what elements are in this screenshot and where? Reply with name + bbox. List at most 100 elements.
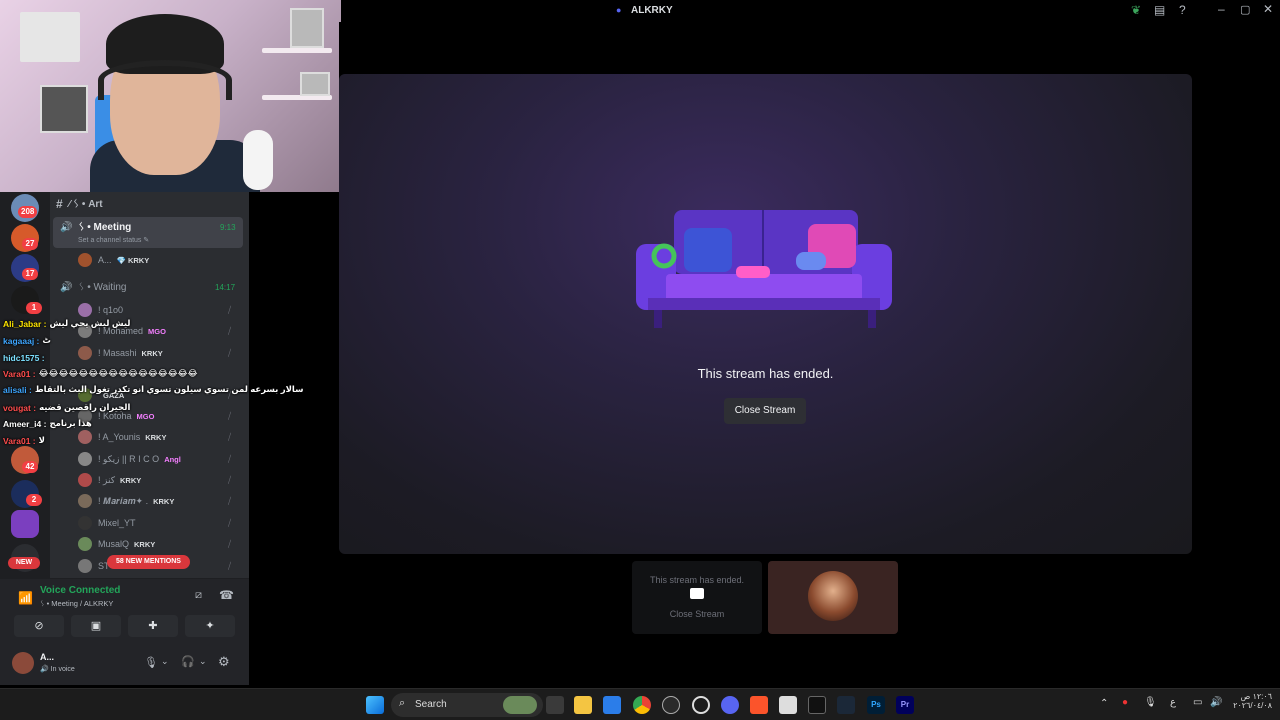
deafened-icon: ⧸	[228, 496, 232, 506]
user-name[interactable]: A...	[40, 652, 54, 662]
microphone-icon[interactable]: 🎙	[144, 656, 158, 669]
chat-text: سالار بسرعه لمن تسوي سيلون تسوي انو تكدر…	[34, 384, 304, 394]
member-tag: KRKY	[134, 539, 156, 549]
user-status: 🔊 In voice	[40, 666, 75, 673]
mention-badge: 17	[22, 268, 38, 280]
microphone-icon[interactable]: 🎙	[1144, 697, 1157, 708]
member-tag-text: KRKY	[127, 255, 150, 265]
wall-frame	[40, 85, 88, 133]
search-highlight-icon	[503, 696, 537, 714]
user-avatar[interactable]	[12, 652, 34, 674]
voice-panel: 📶 Voice Connected ᛊ • Meeting / ALKRKY ⧄…	[0, 578, 249, 642]
chrome-icon[interactable]	[633, 696, 651, 714]
voice-member[interactable]: Mixel_YT	[78, 514, 136, 532]
avatar	[78, 346, 92, 360]
windows-start-icon[interactable]	[366, 696, 384, 714]
app-icon[interactable]	[779, 696, 797, 714]
chat-username: Vara01 :	[3, 435, 36, 446]
voice-member[interactable]: ST	[78, 557, 110, 575]
chevron-down-icon[interactable]: ⌄	[199, 656, 207, 667]
meeting-timer: 9:13	[220, 223, 236, 232]
chat-text: 😂😂😂😂😂😂😂😂😂😂😂😂😂😂😂😂	[38, 368, 198, 378]
activities-button[interactable]: ✚	[128, 615, 178, 637]
new-mentions-pill[interactable]: 58 NEW MENTIONS	[107, 555, 190, 569]
obs-icon[interactable]	[692, 696, 710, 714]
voice-location[interactable]: ᛊ • Meeting / ALKRKY	[40, 599, 113, 608]
language-indicator[interactable]: ع	[1170, 697, 1176, 708]
channel-meeting-row[interactable]: 🔊 ᛊ • Meeting	[60, 218, 131, 236]
help-icon[interactable]: ?	[1179, 3, 1186, 17]
soundboard-button[interactable]: ✦	[185, 615, 235, 637]
leaf-icon[interactable]: ❦	[1131, 3, 1141, 17]
webcam-overlay	[0, 0, 341, 192]
photoshop-icon[interactable]: Ps	[867, 696, 885, 714]
channel-art[interactable]: # ⁄ ᛊ • Art	[56, 195, 103, 213]
minimize-icon[interactable]: –	[1218, 2, 1225, 16]
deafened-icon: ⧸	[228, 348, 232, 358]
screen-share-button[interactable]: ▣	[71, 615, 121, 637]
voice-member[interactable]: A... 💎 KRKY	[78, 251, 149, 269]
channel-status-text: Set a channel status	[78, 237, 142, 244]
chat-message: Ameer_i4 : هذا برنامج	[3, 416, 92, 431]
noise-suppression-icon[interactable]: ⧄	[195, 589, 202, 602]
search-label: Search	[415, 699, 447, 710]
task-view-icon[interactable]	[546, 696, 564, 714]
chatgpt-icon[interactable]	[662, 696, 680, 714]
inbox-icon[interactable]: ▤	[1154, 3, 1165, 17]
chat-text: ٹ	[42, 335, 51, 345]
close-stream-button[interactable]: Close Stream	[724, 398, 806, 424]
signal-icon: 📶	[18, 591, 33, 605]
chat-username: Ameer_i4 :	[3, 418, 47, 429]
voice-member[interactable]: MusalQ KRKY	[78, 535, 155, 553]
channel-waiting[interactable]: 🔊 ᛊ • Waiting	[60, 278, 126, 296]
avatar	[78, 303, 92, 317]
member-tag: KRKY	[153, 496, 175, 506]
member-tag: KRKY	[119, 475, 142, 485]
discord-icon[interactable]	[721, 696, 739, 714]
voice-member[interactable]: ! زيكو || R I C O Angl	[78, 450, 181, 468]
premiere-icon[interactable]: Pr	[896, 696, 914, 714]
user-avatar	[808, 571, 858, 621]
tray-app-icon[interactable]: ●	[1122, 697, 1128, 708]
chevron-down-icon[interactable]: ⌄	[161, 656, 169, 667]
taskbar: ⌕ Search Ps Pr ⌃ ● 🎙 ع ▭ 🔊 ١٢:٠٦ ص ٢٠٢٦/…	[0, 688, 1280, 720]
store-icon[interactable]	[603, 696, 621, 714]
gear-icon[interactable]: ⚙	[218, 654, 230, 670]
brave-icon[interactable]	[750, 696, 768, 714]
camera-off-button[interactable]: ⊘	[14, 615, 64, 637]
avatar	[78, 537, 92, 551]
clock[interactable]: ١٢:٠٦ ص ٢٠٢٦/٠٤/٠٨	[1232, 692, 1272, 710]
chat-text: ليش ليش يحي ليش	[49, 318, 131, 328]
member-tag: KRKY	[145, 432, 167, 442]
steam-icon[interactable]	[837, 696, 855, 714]
member-name: ! A_Younis	[98, 432, 141, 442]
deafened-icon: ⧸	[228, 539, 232, 549]
chat-username: Ali_Jabar :	[3, 318, 47, 329]
voice-status[interactable]: Voice Connected	[40, 585, 120, 596]
taskbar-search[interactable]: ⌕ Search	[391, 693, 543, 717]
disconnect-icon[interactable]: ☎	[219, 588, 234, 602]
title-bar: ● ALKRKY ❦ ▤ ? – ▢ ✕	[341, 0, 1280, 22]
volume-icon[interactable]: 🔊	[1210, 697, 1222, 708]
maximize-icon[interactable]: ▢	[1240, 3, 1250, 16]
new-badge[interactable]: NEW	[8, 557, 40, 569]
channel-status[interactable]: Set a channel status ✎	[78, 236, 149, 244]
chat-text: هذا برنامج	[49, 418, 92, 428]
deafened-icon: ⧸	[228, 454, 232, 464]
voice-member[interactable]: ! Masashi KRKY	[78, 344, 163, 362]
mention-badge: 1	[26, 302, 42, 314]
voice-member[interactable]: ! كنز KRKY	[78, 471, 141, 489]
headphones-icon[interactable]: 🎧	[181, 655, 195, 668]
file-explorer-icon[interactable]	[574, 696, 592, 714]
chevron-up-icon[interactable]: ⌃	[1100, 698, 1108, 709]
user-panel: A... 🔊 In voice 🎙 ⌄ 🎧 ⌄ ⚙	[0, 642, 249, 685]
display-icon[interactable]: ▭	[1193, 697, 1202, 708]
server-icon[interactable]	[11, 510, 39, 538]
stream-tile[interactable]: This stream has ended. Close Stream	[632, 561, 762, 634]
user-tile[interactable]	[768, 561, 898, 634]
tile-close-label[interactable]: Close Stream	[632, 609, 762, 619]
voice-member[interactable]: ! 𝑴𝒂𝒓𝒊𝒂𝒎✦ . KRKY	[78, 492, 174, 510]
capcut-icon[interactable]	[808, 696, 826, 714]
couch-illustration	[636, 210, 892, 328]
close-icon[interactable]: ✕	[1263, 2, 1273, 16]
